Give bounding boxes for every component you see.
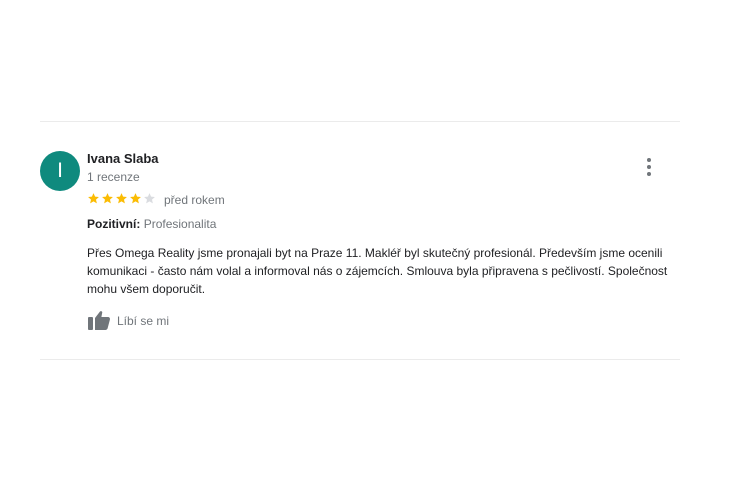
positive-label: Pozitivní: (87, 217, 141, 231)
more-vert-icon-dot (647, 172, 651, 176)
review-time: před rokem (164, 193, 225, 207)
positive-attributes: Pozitivní: Profesionalita (87, 217, 216, 231)
avatar[interactable]: I (40, 151, 80, 191)
more-options-button[interactable] (638, 156, 660, 178)
star-empty-icon (144, 193, 155, 204)
star-filled-icon (88, 193, 99, 204)
bottom-divider (40, 359, 680, 360)
star-rating (87, 192, 157, 208)
like-label: Líbí se mi (117, 314, 170, 328)
more-vert-icon-dot (647, 165, 651, 169)
positive-value: Profesionalita (143, 217, 217, 231)
more-vert-icon (647, 158, 651, 162)
star-filled-icon (130, 193, 141, 204)
thumb-up-icon (88, 311, 110, 330)
top-divider (40, 121, 680, 122)
review-count: 1 recenze (87, 170, 140, 184)
star-filled-icon (102, 193, 113, 204)
review-card: I Ivana Slaba 1 recenze před rokem Pozit… (40, 150, 680, 350)
review-text: Přes Omega Reality jsme pronajali byt na… (87, 246, 668, 296)
star-filled-icon (116, 193, 127, 204)
author-name[interactable]: Ivana Slaba (87, 151, 159, 166)
